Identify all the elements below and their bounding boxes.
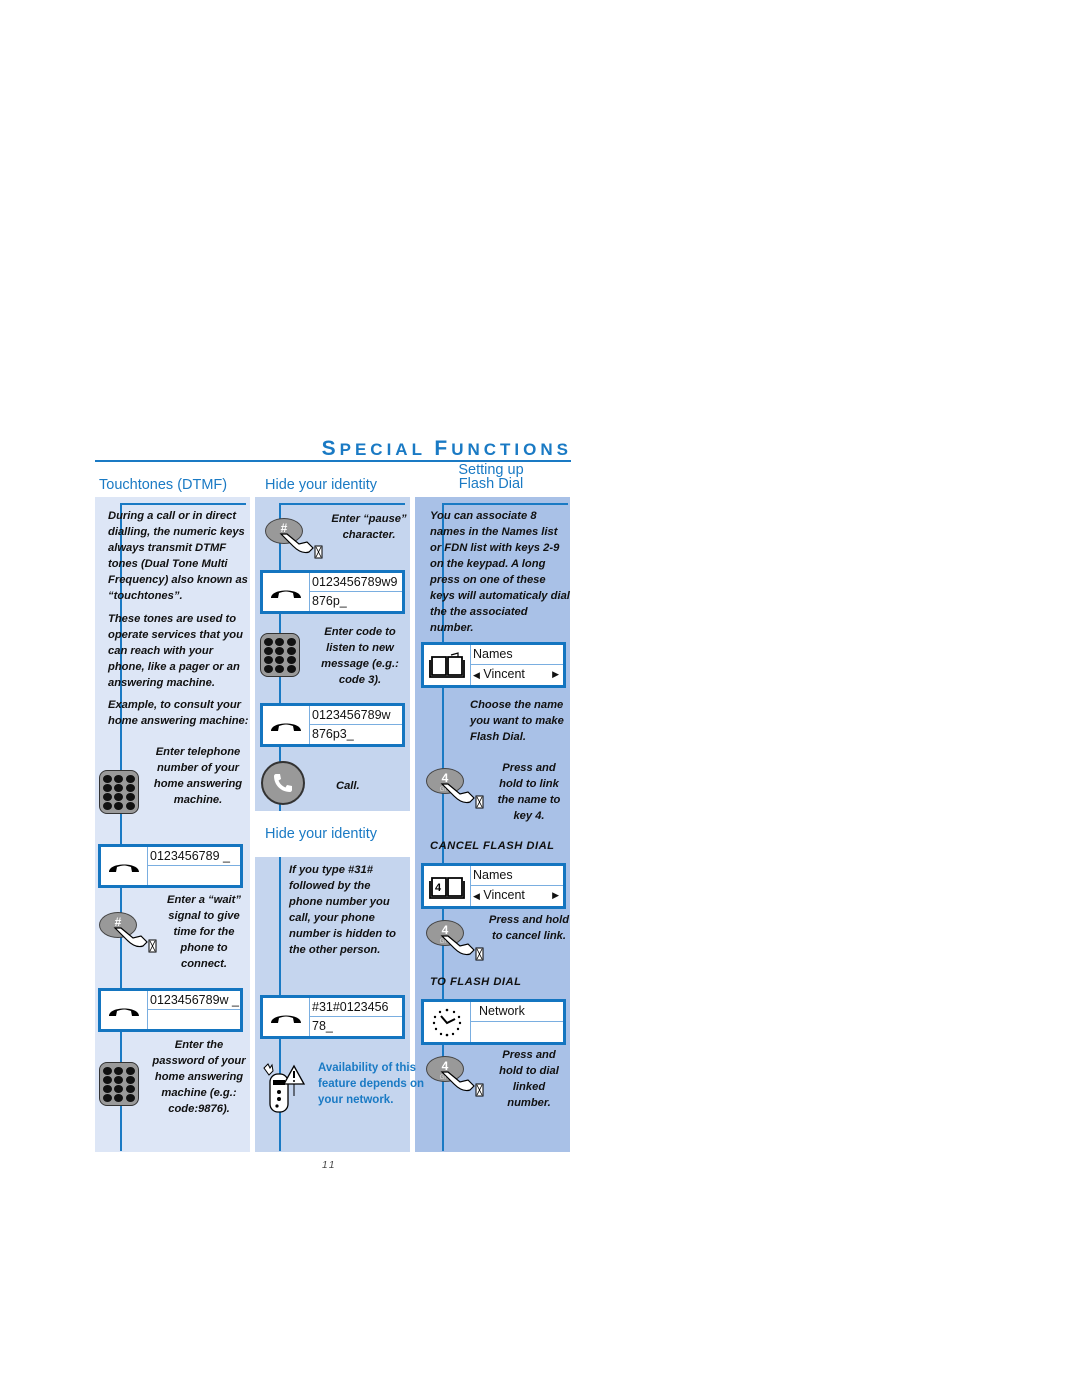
- left-arrow-icon[interactable]: ◀: [473, 670, 480, 680]
- handset-icon: [265, 998, 307, 1036]
- to-flash-dial-heading: TO FLASH DIAL: [430, 976, 522, 988]
- phone-display: Names ◀ Vincent ▶: [421, 642, 566, 688]
- title-part: PECIAL: [339, 440, 435, 459]
- flash-dial-intro: You can associate 8 names in the Names l…: [430, 510, 570, 634]
- right-arrow-icon[interactable]: ▶: [552, 665, 559, 683]
- warning-mascot-icon: [263, 1063, 306, 1113]
- handset-icon: [265, 706, 307, 744]
- display-line-1: #31#0123456: [309, 998, 402, 1017]
- guide-line: [442, 503, 568, 505]
- phone-display: 4 Names ◀ Vincent ▶: [421, 863, 566, 909]
- handset-icon: [265, 573, 307, 611]
- display-line-1: Network: [470, 1002, 563, 1022]
- hide-identity-intro: If you type #31# followed by the phone n…: [289, 864, 396, 956]
- heading-touchtones: Touchtones (DTMF): [99, 477, 228, 493]
- flash-dial-step-3: Press and hold to cancel link.: [488, 914, 570, 942]
- key-4-press-icon: 4 GHI: [426, 1056, 484, 1097]
- flash-dial-step-2: Press and hold to link the name to key 4…: [497, 762, 561, 822]
- display-line-1: 0123456789w _: [147, 991, 240, 1010]
- display-line-2: 876p3_: [309, 725, 402, 744]
- section-title: SPECIAL FUNCTIONS: [300, 437, 572, 461]
- hash-key-press-icon: #: [99, 912, 157, 953]
- phone-display: 0123456789w9 876p_: [260, 570, 405, 614]
- title-part: UNCTIONS: [451, 440, 572, 459]
- hash-key-press-icon: #: [265, 518, 323, 559]
- touchtones-step-2: Enter a “wait” signal to give time for t…: [167, 894, 241, 970]
- flash-dial-step-1: Choose the name you want to make Flash D…: [470, 699, 564, 743]
- flash-dial-step-4: Press and hold to dial linked number.: [499, 1049, 559, 1109]
- touchtones-intro-2: These tones are used to operate services…: [108, 613, 243, 689]
- hide-step-1: Enter “pause” character.: [331, 513, 407, 541]
- handset-icon: [103, 847, 145, 885]
- left-arrow-icon[interactable]: ◀: [473, 891, 480, 901]
- display-line-2: ◀ Vincent ▶: [470, 665, 563, 685]
- touchtones-step-1: Enter telephone number of your home answ…: [153, 746, 243, 806]
- heading-line: Flash Dial: [458, 476, 524, 492]
- phone-display: 0123456789 _: [98, 844, 243, 888]
- phone-display: 0123456789w _: [98, 988, 243, 1032]
- cancel-flash-dial-heading: CANCEL FLASH DIAL: [430, 840, 555, 852]
- menu-title: Names: [473, 647, 513, 661]
- menu-title: Names: [473, 868, 513, 882]
- title-initial: F: [434, 437, 452, 460]
- heading-hide-identity-top: Hide your identity: [265, 477, 378, 493]
- right-arrow-icon[interactable]: ▶: [552, 886, 559, 904]
- display-line-2: ◀ Vincent ▶: [470, 886, 563, 906]
- touchtones-step-3: Enter the password of your home answerin…: [152, 1039, 246, 1115]
- guide-line: [120, 503, 246, 505]
- page-number: 11: [322, 1160, 337, 1171]
- display-line-2: 876p_: [309, 592, 402, 611]
- touchtones-intro: During a call or in direct dialling, the…: [108, 510, 248, 602]
- hand-press-icon: [113, 927, 157, 953]
- phone-display: #31#0123456 78_: [260, 995, 405, 1039]
- display-line-2: [147, 1010, 240, 1029]
- handset-icon: [103, 991, 145, 1029]
- hide-step-2: Enter code to listen to new message (e.g…: [321, 626, 399, 686]
- display-line-1: 0123456789 _: [147, 847, 240, 866]
- phone-icon: [274, 774, 292, 792]
- guide-line: [279, 503, 405, 505]
- hand-press-icon: [440, 935, 484, 961]
- phonebook-4-icon: 4: [426, 866, 468, 906]
- call-button-icon: [261, 761, 305, 805]
- display-line-1: Names: [470, 866, 563, 886]
- keypad-icon: [99, 1062, 139, 1106]
- display-line-2: 78_: [309, 1017, 402, 1036]
- hand-press-icon: [279, 533, 323, 559]
- keypad-icon: [99, 770, 139, 814]
- hand-press-icon: [440, 1071, 484, 1097]
- svg-text:4: 4: [435, 882, 442, 894]
- network-availability-note: Availability of this feature depends on …: [318, 1062, 425, 1106]
- selected-name: Vincent: [483, 667, 525, 681]
- clock-icon: [426, 1002, 468, 1042]
- key-4-press-icon: 4 GHI: [426, 768, 484, 809]
- hand-press-icon: [440, 783, 484, 809]
- heading-hide-identity: Hide your identity: [265, 826, 378, 842]
- phone-display: Network: [421, 999, 566, 1045]
- display-line-2: [470, 1022, 563, 1042]
- display-line-1: 0123456789w: [309, 706, 402, 725]
- display-line-2: [147, 866, 240, 885]
- selected-name: Vincent: [483, 888, 525, 902]
- keypad-icon: [260, 633, 300, 677]
- key-4-press-icon: 4 GHI: [426, 920, 484, 961]
- phonebook-icon: [426, 645, 468, 685]
- display-line-1: Names: [470, 645, 563, 665]
- heading-line: Setting up: [458, 462, 524, 478]
- title-initial: S: [321, 437, 340, 460]
- phone-display: 0123456789w 876p3_: [260, 703, 405, 747]
- display-line-1: 0123456789w9: [309, 573, 402, 592]
- touchtones-intro-3: Example, to consult your home answering …: [108, 699, 249, 727]
- heading-flash-dial: Setting up Flash Dial: [420, 462, 562, 492]
- call-label: Call.: [336, 780, 360, 792]
